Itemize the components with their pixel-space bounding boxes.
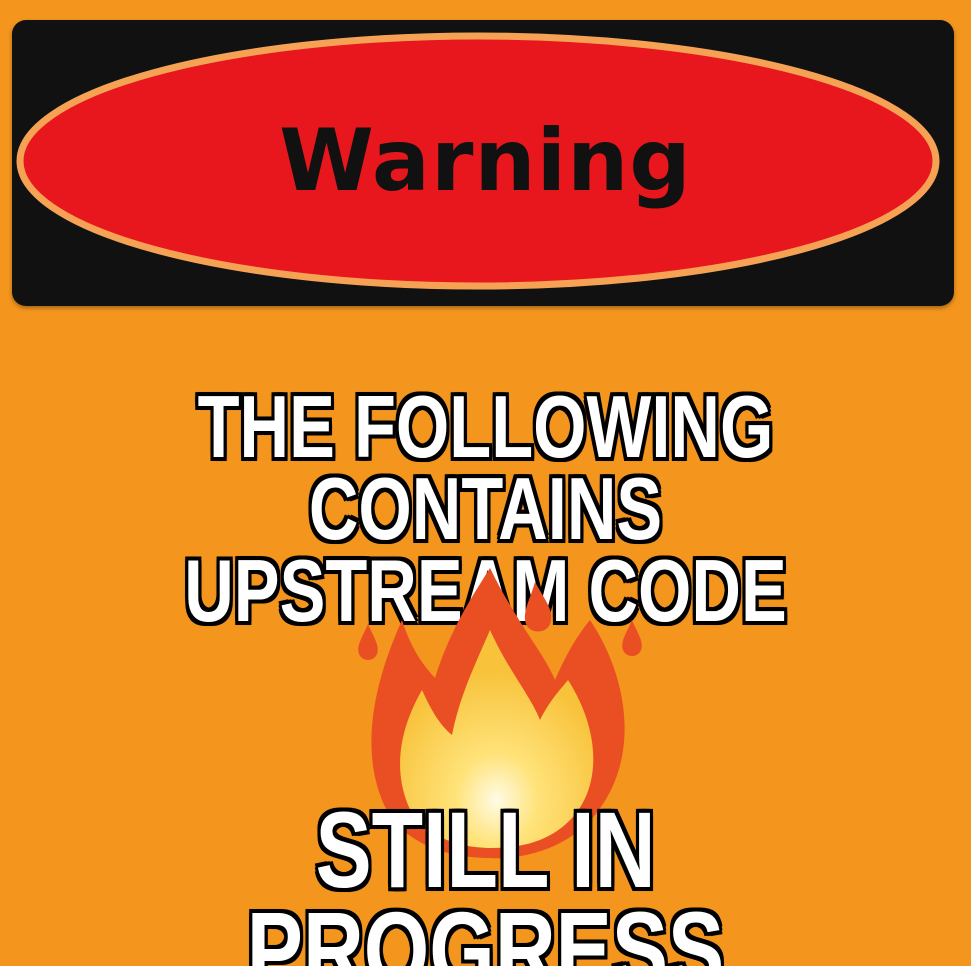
top-caption-line-1: THE FOLLOWING CONTAINS (197, 377, 774, 558)
warning-sign-meme: Warning THE FOLLOWING CONTAINS UPSTREAM … (0, 0, 971, 966)
warning-label: Warning (279, 111, 692, 211)
bottom-caption: STILL IN PROGRESS (246, 789, 725, 966)
